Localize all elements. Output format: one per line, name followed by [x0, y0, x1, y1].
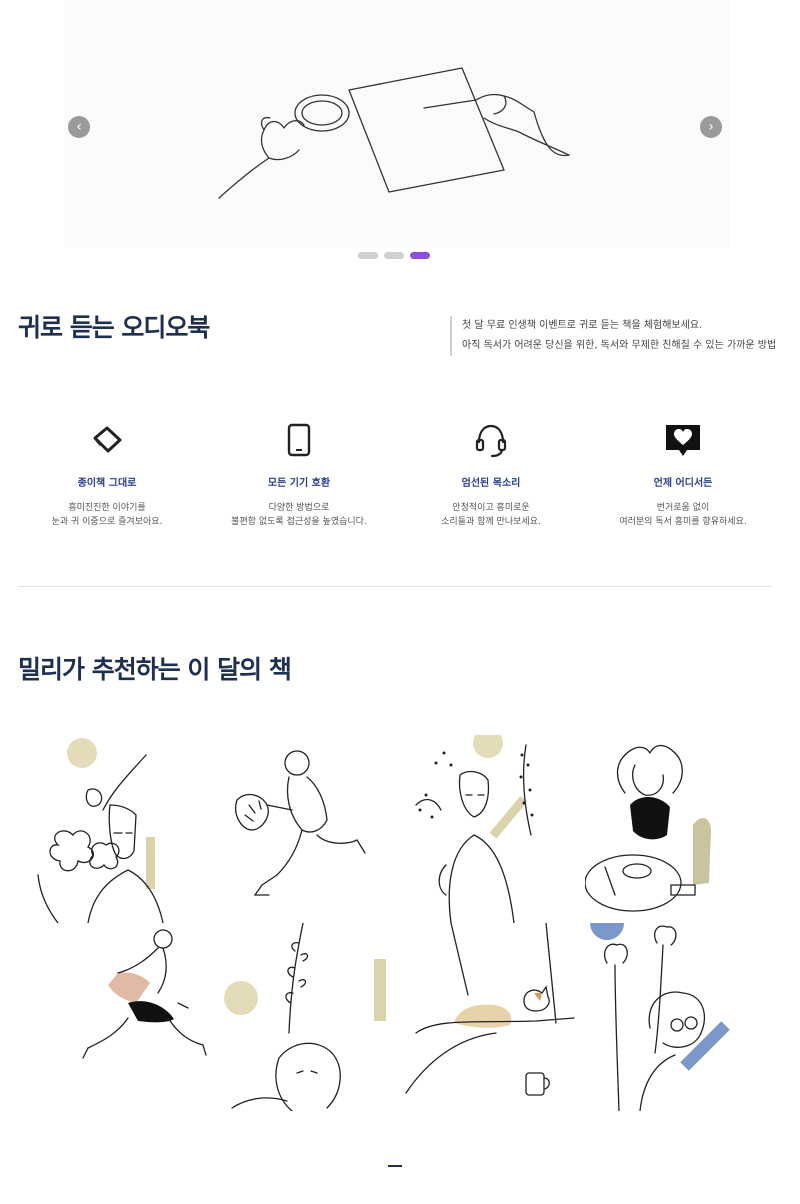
book-card-8[interactable] — [585, 923, 774, 1111]
person-at-cafe-table-illustration — [585, 744, 711, 912]
headset-icon — [475, 424, 507, 458]
book-pagination-indicator[interactable] — [388, 1165, 402, 1167]
chevron-left-icon: ‹ — [76, 119, 82, 135]
hero-slider — [64, 0, 730, 248]
book-card-5[interactable] — [18, 923, 207, 1111]
reading-at-desk-illustration — [218, 67, 570, 199]
feature-name: 언제 어디서든 — [653, 478, 713, 489]
slider-prev-button[interactable]: ‹ — [68, 116, 90, 138]
slider-dot-1[interactable] — [358, 252, 378, 259]
woman-dancing-illustration — [82, 929, 207, 1059]
book-card-7[interactable] — [396, 923, 585, 1111]
feature-description: 다양한 방법으로 불편함 없도록 접근성을 높였습니다. — [231, 503, 367, 527]
feature-selected-voice: 엄선된 목소리 안정적이고 흥미로운 소리들과 함께 만나보세요. — [391, 420, 591, 529]
audiobook-section-title: 귀로 듣는 오디오북 — [18, 313, 210, 342]
section-divider — [18, 586, 772, 587]
feature-description: 안정적이고 흥미로운 소리들과 함께 만나보세요. — [441, 503, 541, 527]
book-card-4[interactable] — [585, 735, 774, 923]
book-grid — [18, 735, 774, 1112]
heart-chat-icon — [666, 425, 700, 456]
book-card-6[interactable] — [207, 923, 396, 1111]
feature-name: 모든 기기 호환 — [267, 478, 331, 489]
recommend-section-title: 밀리가 추천하는 이 달의 책 — [18, 655, 292, 684]
slider-pagination — [358, 252, 430, 259]
feature-anywhere: 언제 어디서든 번거로움 없이 여러분의 독서 흥미를 향유하세요. — [583, 420, 783, 529]
feature-name: 엄선된 목소리 — [461, 478, 521, 489]
book-card-2[interactable] — [207, 735, 396, 923]
feature-name: 종이책 그대로 — [77, 478, 137, 489]
chevron-right-icon: › — [708, 119, 714, 135]
audiobook-intro: 첫 달 무료 인생책 이벤트로 귀로 듣는 책을 체험해보세요. 아직 독서가 … — [450, 316, 776, 356]
feature-paper-book: 종이책 그대로 흥미진진한 이야기를 눈과 귀 이중으로 즐겨보아요. — [7, 420, 207, 529]
slider-dot-3[interactable] — [410, 252, 430, 259]
audiobook-intro-line-2: 아직 독서가 어려운 당신을 위한, 독서와 무제한 친해질 수 있는 가까운 … — [462, 340, 777, 351]
book-card-1[interactable] — [18, 735, 207, 923]
slider-next-button[interactable]: › — [700, 116, 722, 138]
book-card-3[interactable] — [396, 735, 585, 923]
slider-dot-2[interactable] — [384, 252, 404, 259]
feature-device-compat: 모든 기기 호환 다양한 방법으로 불편함 없도록 접근성을 높였습니다. — [199, 420, 399, 529]
tablet-icon — [287, 423, 311, 457]
sleeping-person-with-plant-illustration — [224, 923, 386, 1111]
eraser-icon — [93, 426, 122, 453]
napping-with-cat-illustration — [405, 923, 575, 1096]
feature-description: 흥미진진한 이야기를 눈과 귀 이중으로 즐겨보아요. — [51, 503, 163, 527]
person-with-flowers-illustration — [37, 738, 164, 923]
feature-description: 번거로움 없이 여러분의 독서 흥미를 향유하세요. — [619, 503, 747, 527]
person-with-vine-illustration — [415, 735, 534, 923]
audiobook-intro-line-1: 첫 달 무료 인생책 이벤트로 귀로 듣는 책을 체험해보세요. — [462, 320, 703, 331]
person-with-glasses-illustration — [590, 923, 730, 1111]
running-with-bouquet-illustration — [235, 750, 366, 896]
